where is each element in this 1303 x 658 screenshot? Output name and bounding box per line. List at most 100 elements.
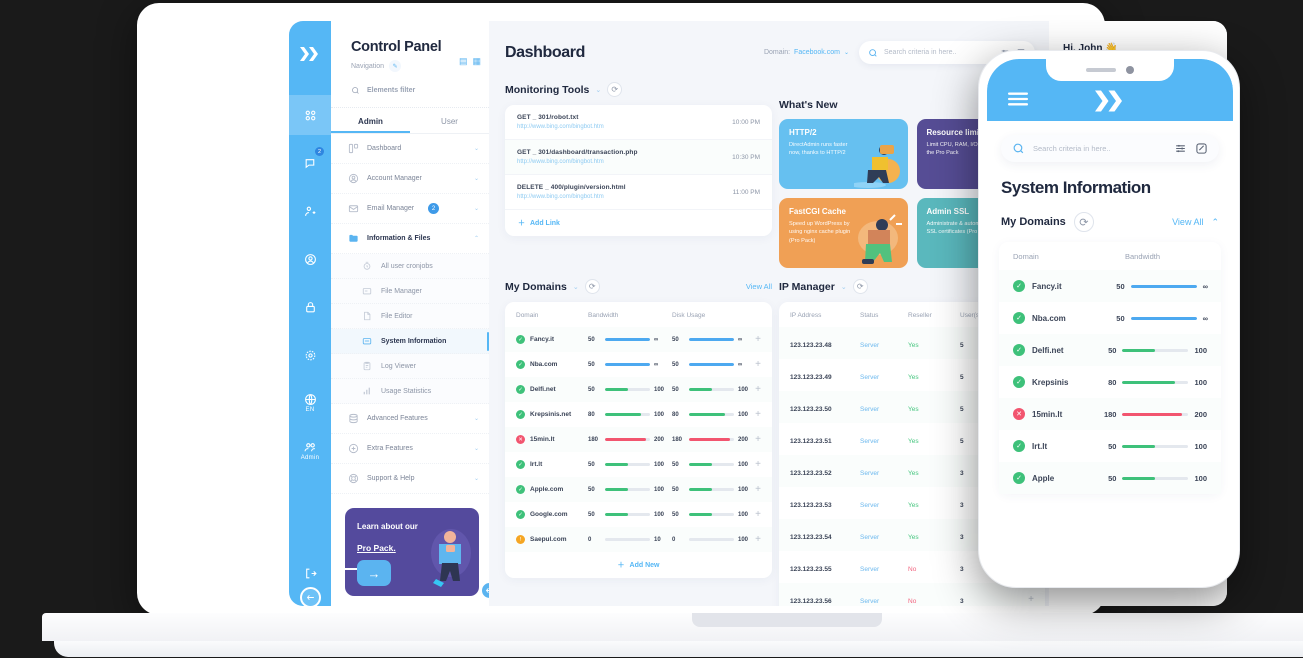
nav-item-extra-features[interactable]: Extra Features ⌄ <box>331 434 489 464</box>
row-add-icon[interactable]: + <box>755 409 761 420</box>
table-row[interactable]: ✓ Fancy.it 50 ∞ 50 ∞ + <box>505 327 772 352</box>
phone-speaker <box>1086 68 1116 72</box>
my-domains-refresh-button[interactable]: ⟳ <box>584 279 600 294</box>
chevron-down-icon[interactable]: ⌄ <box>595 86 601 94</box>
table-row[interactable]: ✓ Apple.com 50 100 50 100 + <box>505 477 772 502</box>
chevron-up-icon[interactable]: ⌃ <box>1211 217 1219 228</box>
chevron-down-icon[interactable]: ⌄ <box>573 283 579 291</box>
status-icon: ✓ <box>1013 440 1025 452</box>
monitoring-row[interactable]: GET _ 301/robot.txt http://www.bing.com/… <box>505 105 772 140</box>
row-add-icon[interactable]: + <box>755 509 761 520</box>
monitoring-request: GET _ 301/dashboard/transaction.php <box>517 149 638 156</box>
row-add-icon[interactable]: + <box>755 384 761 395</box>
sidebar-item-log-viewer[interactable]: Log Viewer <box>331 354 489 379</box>
status-icon: ✕ <box>1013 408 1025 420</box>
rail-collapse-button[interactable] <box>300 587 321 606</box>
status-icon: ✕ <box>516 435 525 444</box>
grid-view-icon[interactable]: ▦ <box>472 57 481 66</box>
table-row[interactable]: ✕ 15min.lt 180 200 180 200 + <box>505 427 772 452</box>
whats-new-card-fastcgi-cache[interactable]: FastCGI Cache Speed up WordPress by usin… <box>779 198 908 268</box>
ip-users: 5 <box>960 406 964 413</box>
list-item[interactable]: ✓ Fancy.it 50 ∞ <box>999 270 1221 302</box>
tab-admin[interactable]: Admin <box>331 108 410 133</box>
monitoring-row[interactable]: GET _ 301/dashboard/transaction.php http… <box>505 140 772 175</box>
ip-manager-refresh-button[interactable]: ⟳ <box>852 279 868 294</box>
table-row[interactable]: ! Saepul.com 0 10 0 100 + <box>505 527 772 552</box>
my-domains-view-all[interactable]: View All <box>746 282 772 291</box>
rail-item-user-circle[interactable] <box>289 239 331 279</box>
meter-value: 50 <box>588 461 595 468</box>
list-item[interactable]: ✓ Nba.com 50 ∞ <box>999 302 1221 334</box>
meter-max: 100 <box>654 486 665 493</box>
nav-item-dashboard[interactable]: Dashboard ⌄ <box>331 134 489 164</box>
pro-pack-arrow-button[interactable]: → <box>357 560 391 586</box>
chevron-down-icon[interactable]: ⌄ <box>841 283 847 291</box>
table-row[interactable]: ✓ Delfi.net 50 100 50 100 + <box>505 377 772 402</box>
add-link-button[interactable]: ＋ Add Link <box>505 210 772 236</box>
pin-icon[interactable]: ✎ <box>389 60 402 72</box>
table-row[interactable]: ✓ Nba.com 50 ∞ 50 ∞ + <box>505 352 772 377</box>
table-row[interactable]: ✓ Krepsinis.net 80 100 80 100 + <box>505 402 772 427</box>
row-add-icon[interactable]: + <box>755 459 761 470</box>
sidebar-item-all-user-cronjobs[interactable]: All user cronjobs <box>331 254 489 279</box>
nav-item-account-manager[interactable]: Account Manager ⌄ <box>331 164 489 194</box>
monitoring-row[interactable]: DELETE _ 400/plugin/version.html http://… <box>505 175 772 210</box>
list-view-icon[interactable]: ▤ <box>459 57 468 66</box>
sidebar-item-file-manager[interactable]: File Manager <box>331 279 489 304</box>
meter-value: 50 <box>672 511 679 518</box>
row-add-icon[interactable]: + <box>1028 594 1034 605</box>
hamburger-menu-icon[interactable] <box>1007 91 1029 112</box>
ip-reseller: Yes <box>908 374 919 381</box>
row-add-icon[interactable]: + <box>755 484 761 495</box>
phone-view-all[interactable]: View All <box>1172 217 1203 227</box>
row-add-icon[interactable]: + <box>755 534 761 545</box>
edit-icon[interactable] <box>1195 142 1208 155</box>
filter-icon[interactable] <box>1174 142 1187 155</box>
rail-item-apps[interactable] <box>289 95 331 135</box>
status-icon: ✓ <box>1013 280 1025 292</box>
rail-item-lock[interactable] <box>289 287 331 327</box>
nav-item-email-manager[interactable]: Email Manager 2 ⌄ <box>331 194 489 224</box>
meter-value: 50 <box>672 461 679 468</box>
monitoring-refresh-button[interactable]: ⟳ <box>607 82 623 97</box>
sidebar-item-system-information[interactable]: System Information <box>331 329 489 354</box>
row-add-icon[interactable]: + <box>755 434 761 445</box>
rail-item-user-add[interactable] <box>289 191 331 231</box>
row-add-icon[interactable]: + <box>755 359 761 370</box>
phone-refresh-button[interactable]: ⟳ <box>1073 212 1094 232</box>
rail-item-settings[interactable] <box>289 335 331 375</box>
pro-pack-promo[interactable]: Learn about our Pro Pack. → <box>345 508 479 596</box>
domain-selector[interactable]: Domain: Facebook.com ⌄ <box>764 49 849 56</box>
mail-icon <box>347 203 359 215</box>
ip-address: 123.123.23.55 <box>790 566 832 573</box>
rail-item-language[interactable]: EN <box>289 383 331 423</box>
domains-add-new-button[interactable]: ＋ Add New <box>505 552 772 578</box>
list-item[interactable]: ✓ Delfi.net 50 100 <box>999 334 1221 366</box>
meter-value: 50 <box>1108 473 1117 483</box>
nav-item-advanced-features[interactable]: Advanced Features ⌄ <box>331 404 489 434</box>
sidebar-item-usage-statistics[interactable]: Usage Statistics <box>331 379 489 404</box>
bandwidth-meter: 50 100 <box>588 387 672 393</box>
nav-label-dashboard: Dashboard <box>367 145 402 152</box>
whats-new-card-http2[interactable]: HTTP/2 DirectAdmin runs faster now, than… <box>779 119 908 189</box>
table-row[interactable]: ✓ Irt.lt 50 100 50 100 + <box>505 452 772 477</box>
logout-icon[interactable] <box>289 567 331 580</box>
list-item[interactable]: ✓ Krepsinis 80 100 <box>999 366 1221 398</box>
monitoring-time: 10:30 PM <box>732 153 760 161</box>
table-row[interactable]: ✓ Google.com 50 100 50 100 + <box>505 502 772 527</box>
bandwidth-meter: 50 ∞ <box>1108 314 1208 323</box>
list-item[interactable]: ✓ Irt.lt 50 100 <box>999 430 1221 462</box>
ip-status: Server <box>860 470 880 477</box>
rail-item-admin[interactable]: Admin <box>289 431 331 471</box>
list-item[interactable]: ✕ 15min.lt 180 200 <box>999 398 1221 430</box>
sidebar-item-file-editor[interactable]: File Editor <box>331 304 489 329</box>
list-item[interactable]: ✓ Apple 50 100 <box>999 462 1221 494</box>
nav-item-information-files[interactable]: Information & Files ⌃ <box>331 224 489 254</box>
rail-item-messages[interactable]: 2 <box>289 143 331 183</box>
phone-search-input[interactable]: Search criteria in here.. <box>1001 135 1219 162</box>
elements-filter-input[interactable]: Elements filter <box>331 72 489 108</box>
col-domain: Domain <box>516 312 539 319</box>
row-add-icon[interactable]: + <box>755 334 761 345</box>
nav-item-support-help[interactable]: Support & Help ⌄ <box>331 464 489 494</box>
tab-user[interactable]: User <box>410 108 489 133</box>
